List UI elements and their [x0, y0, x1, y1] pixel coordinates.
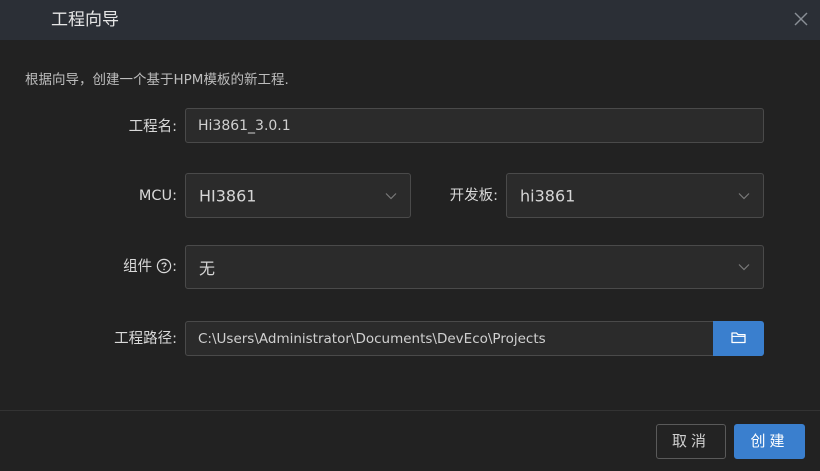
- help-circle-icon[interactable]: [156, 258, 172, 280]
- component-select-value: 无: [199, 259, 216, 278]
- chevron-down-icon: [738, 192, 750, 199]
- project-name-input[interactable]: [185, 108, 764, 143]
- mcu-label: MCU:: [138, 188, 177, 204]
- component-label-text: 组件: [123, 259, 153, 275]
- mcu-select[interactable]: HI3861: [185, 173, 411, 218]
- folder-icon: [731, 332, 746, 344]
- board-select[interactable]: hi3861: [506, 173, 764, 218]
- create-button[interactable]: 创建: [734, 424, 805, 459]
- mcu-select-value: HI3861: [199, 186, 257, 205]
- project-path-label: 工程路径:: [114, 331, 177, 347]
- board-select-value: hi3861: [520, 186, 576, 205]
- dialog-titlebar: 工程向导: [0, 0, 820, 40]
- project-wizard-dialog: 工程向导 根据向导，创建一个基于HPM模板的新工程. 工程名: MCU: HI3…: [0, 0, 820, 471]
- close-icon[interactable]: [792, 10, 810, 28]
- component-label-colon: :: [172, 259, 177, 275]
- component-select[interactable]: 无: [185, 245, 764, 289]
- component-label: 组件 :: [100, 257, 177, 280]
- dialog-title: 工程向导: [51, 10, 119, 30]
- dialog-description: 根据向导，创建一个基于HPM模板的新工程.: [25, 72, 289, 88]
- chevron-down-icon: [385, 192, 397, 199]
- cancel-button[interactable]: 取消: [656, 424, 726, 459]
- chevron-down-icon: [738, 264, 750, 271]
- board-label: 开发板:: [449, 188, 498, 204]
- project-path-input[interactable]: [185, 321, 714, 356]
- project-name-label: 工程名:: [128, 119, 177, 135]
- footer-divider: [0, 410, 820, 411]
- browse-folder-button[interactable]: [713, 321, 764, 356]
